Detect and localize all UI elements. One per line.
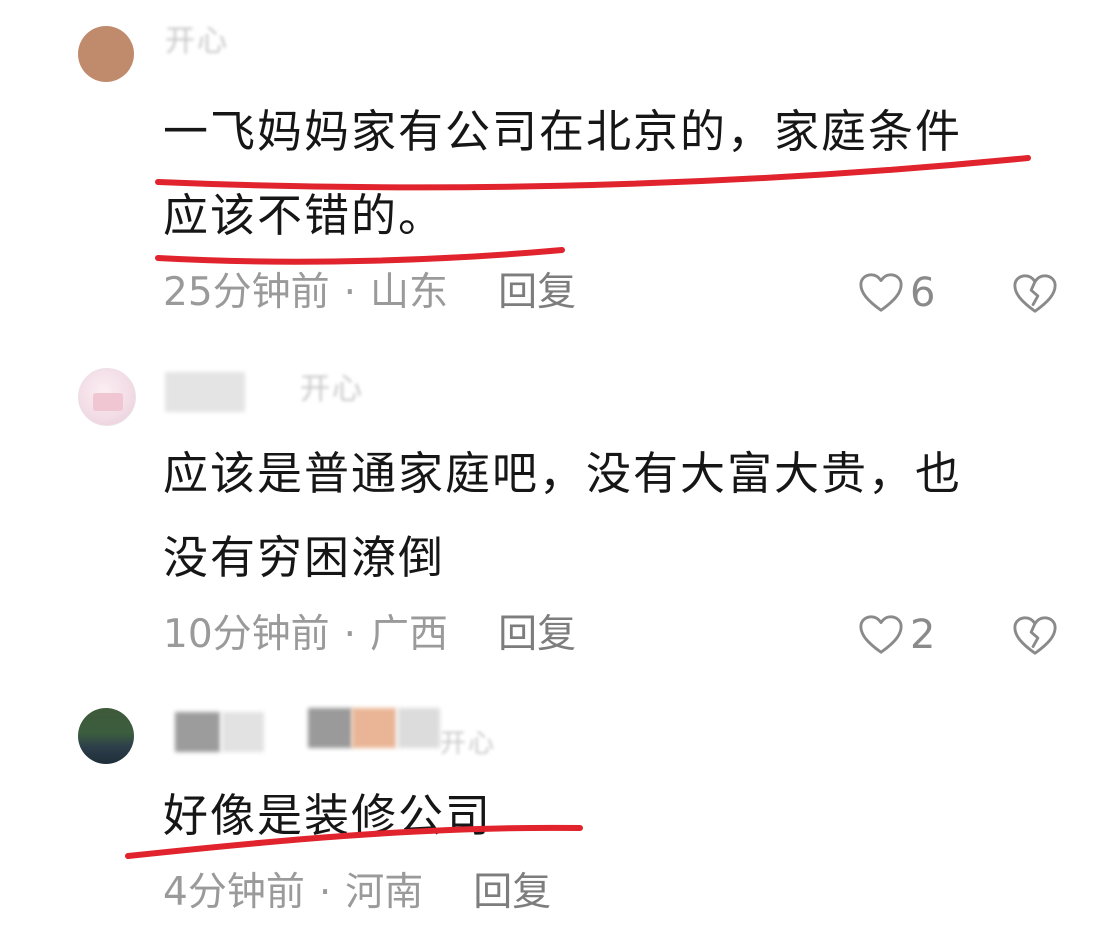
comment-meta: 4分钟前 · 河南 回复: [163, 868, 551, 918]
comment-location: 河南: [345, 870, 424, 915]
red-underline-annotation: [125, 824, 583, 859]
meta-separator: ·: [318, 870, 332, 915]
comment-time: 4分钟前: [163, 870, 305, 915]
reply-button[interactable]: 回复: [473, 870, 551, 915]
